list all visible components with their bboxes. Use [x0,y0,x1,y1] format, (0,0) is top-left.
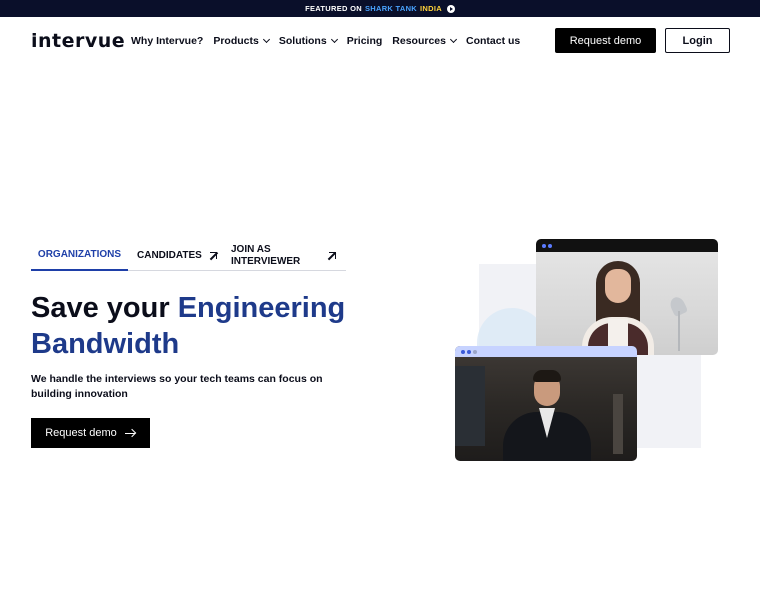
window-dot-icon [542,243,546,248]
nav-item-contact-us[interactable]: Contact us [466,35,520,47]
nav-item-solutions[interactable]: Solutions [278,35,338,47]
hero-request-demo-button[interactable]: Request demo [31,418,150,448]
chevron-down-icon [330,35,338,44]
window-titlebar [455,346,637,357]
floor-lamp-shape [613,394,623,454]
intervue-logo[interactable]: intervue [31,30,125,52]
tab-label: JOIN AS INTERVIEWER [231,243,301,267]
window-titlebar [536,239,718,252]
play-circle-icon[interactable] [446,4,455,13]
request-demo-button[interactable]: Request demo [555,28,656,53]
nav-item-label: Resources [392,35,446,47]
audience-tabs: ORGANIZATIONS CANDIDATES JOIN AS INTERVI… [31,240,346,271]
hero-subtitle: We handle the interviews so your tech te… [31,373,323,400]
banner-brand-shark-tank: SHARK TANK [364,4,418,13]
nav-item-label: Pricing [346,35,383,47]
banner-prefix: FEATURED ON [305,4,362,13]
nav-item-label: Solutions [278,35,327,47]
login-button[interactable]: Login [665,28,730,53]
person-hair-shape [533,370,561,382]
tab-label: CANDIDATES [137,250,202,261]
navbar: intervue Why Intervue? Products Solution… [0,17,760,65]
tab-organizations[interactable]: ORGANIZATIONS [31,240,128,271]
chevron-down-icon [449,35,458,44]
window-dot-icon [473,349,477,354]
chevron-down-icon [262,35,270,44]
video-window-candidate [455,346,637,461]
hero-title-plain: Save your [31,292,178,324]
external-arrow-icon [328,251,336,260]
nav-item-label: Products [213,35,259,47]
tab-candidates[interactable]: CANDIDATES [137,240,218,271]
nav-item-pricing[interactable]: Pricing [347,35,383,47]
nav-item-resources[interactable]: Resources [392,35,458,47]
nav-item-products[interactable]: Products [213,35,270,47]
arrow-right-icon [124,429,136,437]
person-face-shape [605,269,631,303]
shelf-shape [455,366,485,446]
window-dot-icon [467,349,471,354]
lamp-stem-shape [678,311,680,351]
video-window-interviewer [536,239,718,355]
nav-links: Why Intervue? Products Solutions Pricing… [131,35,530,47]
external-arrow-icon [210,251,218,260]
window-dot-icon [461,349,465,354]
nav-item-label: Why Intervue? [131,35,204,47]
banner-brand-india: INDIA [420,4,442,13]
window-dot-icon [548,243,552,248]
nav-item-label: Contact us [466,35,521,47]
hero-title: Save your Engineering Bandwidth [31,290,361,362]
video-interview-illustration [455,238,720,463]
tab-join-as-interviewer[interactable]: JOIN AS INTERVIEWER [231,240,346,271]
hero-cta-label: Request demo [45,427,117,439]
tab-label: ORGANIZATIONS [37,249,122,260]
nav-item-why-intervue[interactable]: Why Intervue? [131,35,203,47]
featured-banner[interactable]: FEATURED ON SHARK TANK INDIA [0,0,760,17]
